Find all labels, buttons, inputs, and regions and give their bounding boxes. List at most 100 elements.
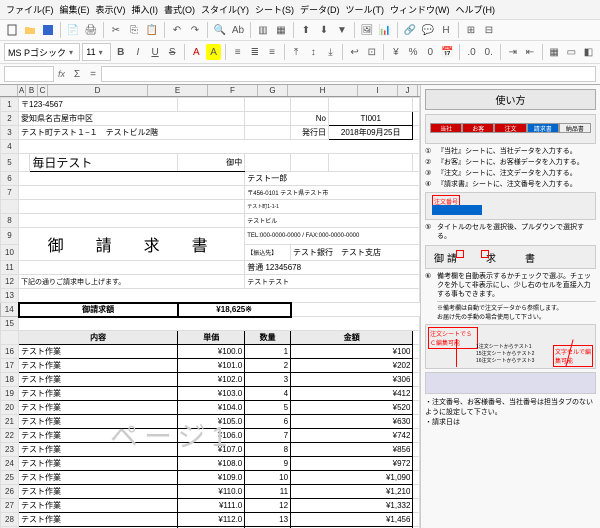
cell-desc[interactable]: テスト作業 [19, 345, 178, 359]
cell-amount[interactable]: ¥1,332 [291, 499, 413, 513]
undo-icon[interactable]: ↶ [169, 22, 185, 38]
cell-price[interactable]: ¥106.0 [178, 429, 245, 443]
cell-price[interactable]: ¥107.0 [178, 443, 245, 457]
row-icon[interactable]: ▥ [255, 22, 271, 38]
cell-price[interactable]: ¥108.0 [178, 457, 245, 471]
image-icon[interactable]: 🖼 [359, 22, 375, 38]
wrap-icon[interactable]: ↩ [347, 44, 362, 60]
menu-format[interactable]: 書式(O) [162, 2, 197, 17]
row-header[interactable]: 25 [1, 471, 19, 485]
cell-price[interactable]: ¥109.0 [178, 471, 245, 485]
size-select[interactable]: 11 [82, 43, 111, 61]
cell-desc[interactable]: テスト作業 [19, 457, 178, 471]
name-box[interactable] [4, 66, 54, 82]
indent-dec-icon[interactable]: ⇤ [522, 44, 537, 60]
cell-desc[interactable]: テスト作業 [19, 513, 178, 527]
cell-price[interactable]: ¥103.0 [178, 387, 245, 401]
save-icon[interactable] [40, 22, 56, 38]
invoice-title[interactable]: 御 請 求 書 [21, 228, 242, 260]
filter-icon[interactable]: ▼ [334, 22, 350, 38]
cell-amount[interactable]: ¥972 [291, 457, 413, 471]
menu-view[interactable]: 表示(V) [94, 2, 128, 17]
cell-desc[interactable]: テスト作業 [19, 485, 178, 499]
cell-client[interactable]: 毎日テスト [30, 154, 178, 172]
print-icon[interactable]: 🖨 [83, 22, 99, 38]
cell-addr2[interactable]: テスト町テスト１−１ テストビル2階 [19, 126, 245, 140]
cell-desc[interactable]: テスト作業 [19, 499, 178, 513]
cell-desc[interactable]: テスト作業 [19, 373, 178, 387]
cell-qty[interactable]: 10 [245, 471, 291, 485]
cell-price[interactable]: ¥112.0 [178, 513, 245, 527]
total-label[interactable]: 御請求額 [19, 303, 178, 317]
cell-amount[interactable]: ¥202 [291, 359, 413, 373]
pdf-icon[interactable]: 📄 [65, 22, 81, 38]
search-icon[interactable]: 🔍 [212, 22, 228, 38]
cell-qty[interactable]: 13 [245, 513, 291, 527]
sort-desc-icon[interactable]: ⬇ [316, 22, 332, 38]
cell-qty[interactable]: 12 [245, 499, 291, 513]
chart-icon[interactable]: 📊 [377, 22, 393, 38]
decimal-inc-icon[interactable]: .0 [464, 44, 479, 60]
cell-qty[interactable]: 3 [245, 373, 291, 387]
cell-desc[interactable]: テスト作業 [19, 401, 178, 415]
column-headers[interactable]: ABCDEFGHIJ [0, 85, 420, 97]
border-style-icon[interactable]: ▭ [564, 44, 579, 60]
row-header[interactable]: 23 [1, 443, 19, 457]
cell-desc[interactable]: テスト作業 [19, 359, 178, 373]
row-header[interactable]: 20 [1, 401, 19, 415]
cell-qty[interactable]: 7 [245, 429, 291, 443]
decimal-dec-icon[interactable]: 0. [481, 44, 496, 60]
spreadsheet-area[interactable]: ABCDEFGHIJ 1〒123-4567 2愛知県名古屋市中区NoTI001 … [0, 85, 420, 528]
cell-amount[interactable]: ¥100 [291, 345, 413, 359]
valign-bot-icon[interactable]: ⤓ [323, 44, 338, 60]
cell-qty[interactable]: 2 [245, 359, 291, 373]
cell-amount[interactable]: ¥856 [291, 443, 413, 457]
total-value[interactable]: ¥18,625※ [178, 303, 291, 317]
font-color-icon[interactable]: A [189, 44, 204, 60]
cell-price[interactable]: ¥111.0 [178, 499, 245, 513]
cell-desc[interactable]: テスト作業 [19, 429, 178, 443]
menu-tool[interactable]: ツール(T) [344, 2, 387, 17]
menu-edit[interactable]: 編集(E) [58, 2, 92, 17]
cell-postal[interactable]: 〒123-4567 [19, 98, 178, 112]
cell-qty[interactable]: 5 [245, 401, 291, 415]
cell-amount[interactable]: ¥1,210 [291, 485, 413, 499]
valign-mid-icon[interactable]: ↕ [306, 44, 321, 60]
cell-amount[interactable]: ¥630 [291, 415, 413, 429]
cell-amount[interactable]: ¥520 [291, 401, 413, 415]
cell-qty[interactable]: 6 [245, 415, 291, 429]
cell-amount[interactable]: ¥742 [291, 429, 413, 443]
new-icon[interactable] [4, 22, 20, 38]
row-header[interactable]: 18 [1, 373, 19, 387]
cell-amount[interactable]: ¥306 [291, 373, 413, 387]
row-header[interactable]: 24 [1, 457, 19, 471]
align-left-icon[interactable]: ≡ [230, 44, 245, 60]
row-header[interactable]: 17 [1, 359, 19, 373]
cell-desc[interactable]: テスト作業 [19, 387, 178, 401]
percent-icon[interactable]: % [405, 44, 420, 60]
strike-icon[interactable]: S [165, 44, 180, 60]
row-header[interactable]: 22 [1, 429, 19, 443]
cell-desc[interactable]: テスト作業 [19, 443, 178, 457]
cell-amount[interactable]: ¥412 [291, 387, 413, 401]
menu-window[interactable]: ウィンドウ(W) [388, 2, 452, 17]
sum-icon[interactable]: Σ [69, 66, 85, 82]
bold-icon[interactable]: B [113, 44, 128, 60]
underline-icon[interactable]: U [147, 44, 162, 60]
font-select[interactable]: MS Pゴシック [4, 43, 80, 61]
border-color-icon[interactable]: ◧ [581, 44, 596, 60]
row-header[interactable]: 16 [1, 345, 19, 359]
align-right-icon[interactable]: ≡ [264, 44, 279, 60]
menu-sheet[interactable]: シート(S) [253, 2, 296, 17]
redo-icon[interactable]: ↷ [187, 22, 203, 38]
fx-icon[interactable]: fx [58, 69, 65, 79]
indent-inc-icon[interactable]: ⇥ [505, 44, 520, 60]
copy-icon[interactable]: ⎘ [126, 22, 142, 38]
align-center-icon[interactable]: ≣ [247, 44, 262, 60]
cut-icon[interactable]: ✂ [108, 22, 124, 38]
cell-qty[interactable]: 11 [245, 485, 291, 499]
italic-icon[interactable]: I [130, 44, 145, 60]
number-icon[interactable]: 0 [423, 44, 438, 60]
cell-price[interactable]: ¥110.0 [178, 485, 245, 499]
cell-desc[interactable]: テスト作業 [19, 415, 178, 429]
